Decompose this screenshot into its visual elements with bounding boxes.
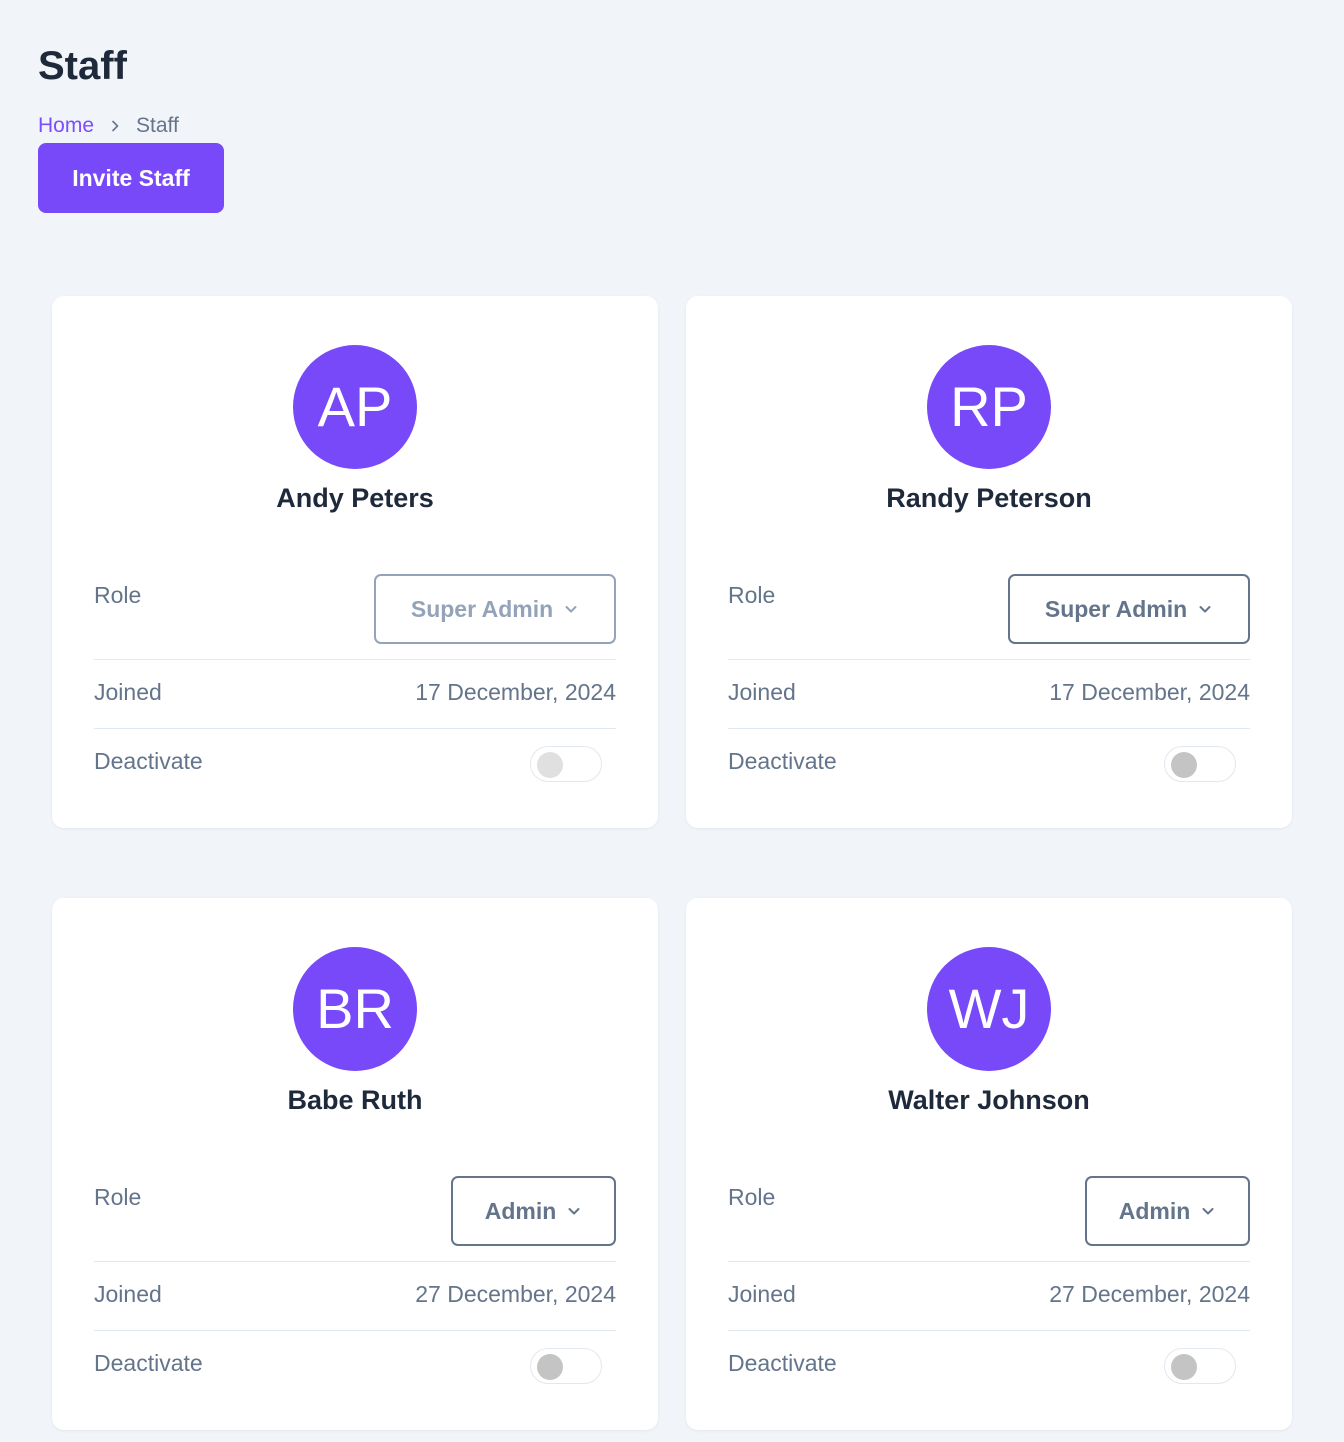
chevron-down-icon	[1200, 1203, 1216, 1219]
staff-name: Randy Peterson	[886, 483, 1092, 513]
staff-card: WJ Walter Johnson Role Admin Joined 27 D…	[686, 898, 1292, 1430]
joined-date: 27 December, 2024	[1049, 1281, 1250, 1307]
staff-name: Walter Johnson	[888, 1085, 1090, 1115]
toggle-knob	[537, 1354, 563, 1380]
role-value: Super Admin	[410, 595, 554, 622]
role-dropdown[interactable]: Admin	[1085, 1176, 1250, 1246]
joined-label: Joined	[728, 679, 796, 705]
role-row: Role Admin	[94, 1176, 616, 1262]
role-label: Role	[94, 582, 142, 608]
role-value: Admin	[484, 1197, 557, 1224]
avatar: AP	[293, 345, 417, 469]
deactivate-toggle[interactable]	[1164, 746, 1236, 782]
chevron-down-icon	[566, 1203, 582, 1219]
role-dropdown[interactable]: Super Admin	[1008, 574, 1250, 644]
role-label: Role	[728, 582, 776, 608]
role-label: Role	[94, 1184, 142, 1210]
staff-card: BR Babe Ruth Role Admin Joined 27 Decemb…	[52, 898, 658, 1430]
deactivate-label: Deactivate	[728, 1350, 837, 1376]
joined-date: 17 December, 2024	[415, 679, 616, 705]
toggle-knob	[1171, 1354, 1197, 1380]
joined-label: Joined	[94, 1281, 162, 1307]
role-row: Role Super Admin	[728, 574, 1250, 660]
joined-date: 17 December, 2024	[1049, 679, 1250, 705]
staff-name: Andy Peters	[276, 483, 434, 513]
joined-row: Joined 27 December, 2024	[94, 1262, 616, 1331]
role-row: Role Super Admin	[94, 574, 616, 660]
avatar: WJ	[927, 947, 1051, 1071]
chevron-right-icon	[94, 112, 136, 140]
joined-label: Joined	[94, 679, 162, 705]
chevron-down-icon	[1197, 601, 1213, 617]
invite-staff-button[interactable]: Invite Staff	[38, 143, 224, 213]
deactivate-toggle[interactable]	[530, 1348, 602, 1384]
chevron-down-icon	[563, 601, 579, 617]
breadcrumb-home-link[interactable]: Home	[38, 112, 94, 140]
deactivate-toggle	[530, 746, 602, 782]
page-title: Staff	[38, 44, 127, 88]
role-value: Super Admin	[1044, 595, 1188, 622]
joined-label: Joined	[728, 1281, 796, 1307]
joined-row: Joined 27 December, 2024	[728, 1262, 1250, 1331]
toggle-knob	[537, 752, 563, 778]
breadcrumb-current: Staff	[136, 114, 179, 137]
deactivate-row: Deactivate	[728, 1331, 1250, 1401]
joined-row: Joined 17 December, 2024	[728, 660, 1250, 729]
deactivate-row: Deactivate	[94, 729, 616, 799]
deactivate-label: Deactivate	[94, 748, 203, 774]
role-dropdown: Super Admin	[374, 574, 616, 644]
staff-card: RP Randy Peterson Role Super Admin Joine…	[686, 296, 1292, 828]
role-value: Admin	[1118, 1197, 1191, 1224]
role-label: Role	[728, 1184, 776, 1210]
deactivate-row: Deactivate	[94, 1331, 616, 1401]
avatar: BR	[293, 947, 417, 1071]
deactivate-row: Deactivate	[728, 729, 1250, 799]
deactivate-label: Deactivate	[94, 1350, 203, 1376]
joined-date: 27 December, 2024	[415, 1281, 616, 1307]
joined-row: Joined 17 December, 2024	[94, 660, 616, 729]
toggle-knob	[1171, 752, 1197, 778]
role-dropdown[interactable]: Admin	[451, 1176, 616, 1246]
staff-name: Babe Ruth	[287, 1085, 423, 1115]
staff-card: AP Andy Peters Role Super Admin Joined 1…	[52, 296, 658, 828]
deactivate-toggle[interactable]	[1164, 1348, 1236, 1384]
role-row: Role Admin	[728, 1176, 1250, 1262]
deactivate-label: Deactivate	[728, 748, 837, 774]
avatar: RP	[927, 345, 1051, 469]
breadcrumb: Home Staff	[38, 112, 179, 140]
